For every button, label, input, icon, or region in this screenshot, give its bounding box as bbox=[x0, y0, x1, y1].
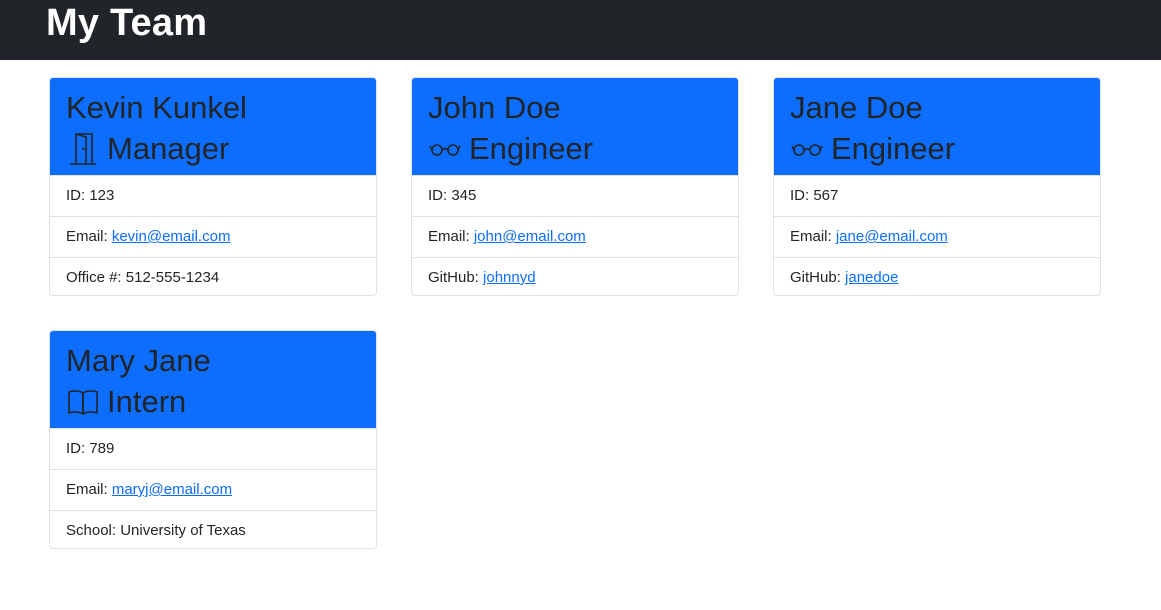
id-value: 789 bbox=[89, 440, 115, 457]
employee-role: Intern bbox=[66, 381, 360, 423]
email-link[interactable]: john@email.com bbox=[474, 228, 586, 245]
eyeglasses-icon bbox=[428, 132, 462, 166]
employee-card-kevin-kunkel: Kevin Kunkel Manager ID: 123 Email: kevi… bbox=[49, 77, 377, 296]
github-link[interactable]: johnnyd bbox=[483, 269, 536, 286]
employee-role: Manager bbox=[66, 128, 360, 170]
github-label: GitHub: bbox=[428, 269, 484, 286]
github-link[interactable]: janedoe bbox=[845, 269, 898, 286]
employee-role-label: Engineer bbox=[831, 131, 956, 166]
email-link[interactable]: maryj@email.com bbox=[112, 481, 232, 498]
email-link[interactable]: jane@email.com bbox=[836, 228, 948, 245]
email-row: Email: kevin@email.com bbox=[50, 216, 376, 257]
door-icon bbox=[66, 132, 100, 166]
card-header: Jane Doe Engineer bbox=[774, 78, 1100, 175]
github-row: GitHub: janedoe bbox=[774, 257, 1100, 295]
employee-role-label: Intern bbox=[107, 384, 187, 419]
employee-card-jane-doe: Jane Doe Engineer ID: 567 Email: jane@em… bbox=[773, 77, 1101, 296]
office-number-value: 512-555-1234 bbox=[125, 269, 220, 286]
github-label: GitHub: bbox=[790, 269, 846, 286]
school-row: School: University of Texas bbox=[50, 510, 376, 548]
office-number-label: Office #: bbox=[66, 269, 126, 286]
employee-card-mary-jane: Mary Jane Intern ID: 789 Email: maryj@em… bbox=[49, 330, 377, 549]
email-row: Email: jane@email.com bbox=[774, 216, 1100, 257]
id-row: ID: 345 bbox=[412, 175, 738, 216]
email-row: Email: john@email.com bbox=[412, 216, 738, 257]
employee-name: Mary Jane bbox=[66, 343, 211, 378]
eyeglasses-icon bbox=[790, 132, 824, 166]
page-title: My Team bbox=[46, 2, 208, 44]
employee-role-label: Engineer bbox=[469, 131, 594, 166]
school-label: School: bbox=[66, 522, 121, 539]
email-link[interactable]: kevin@email.com bbox=[112, 228, 231, 245]
employee-role: Engineer bbox=[428, 128, 722, 170]
email-row: Email: maryj@email.com bbox=[50, 469, 376, 510]
school-value: University of Texas bbox=[120, 522, 246, 539]
id-value: 345 bbox=[451, 187, 477, 204]
id-label: ID: bbox=[66, 440, 90, 457]
employee-role: Engineer bbox=[790, 128, 1084, 170]
navbar: My Team bbox=[0, 0, 1161, 60]
id-row: ID: 789 bbox=[50, 428, 376, 469]
employee-card-john-doe: John Doe Engineer ID: 345 Email: john@em… bbox=[411, 77, 739, 296]
id-label: ID: bbox=[428, 187, 452, 204]
employee-name: John Doe bbox=[428, 90, 561, 125]
employee-role-label: Manager bbox=[107, 131, 230, 166]
email-label: Email: bbox=[66, 228, 112, 245]
email-label: Email: bbox=[428, 228, 474, 245]
book-icon bbox=[66, 385, 100, 419]
email-label: Email: bbox=[790, 228, 836, 245]
card-header: Kevin Kunkel Manager bbox=[50, 78, 376, 175]
email-label: Email: bbox=[66, 481, 112, 498]
employee-name: Kevin Kunkel bbox=[66, 90, 247, 125]
github-row: GitHub: johnnyd bbox=[412, 257, 738, 295]
id-value: 567 bbox=[813, 187, 839, 204]
card-header: John Doe Engineer bbox=[412, 78, 738, 175]
card-header: Mary Jane Intern bbox=[50, 331, 376, 428]
office-number-row: Office #: 512-555-1234 bbox=[50, 257, 376, 295]
employee-name: Jane Doe bbox=[790, 90, 923, 125]
id-label: ID: bbox=[66, 187, 90, 204]
id-value: 123 bbox=[89, 187, 115, 204]
id-row: ID: 567 bbox=[774, 175, 1100, 216]
id-label: ID: bbox=[790, 187, 814, 204]
id-row: ID: 123 bbox=[50, 175, 376, 216]
